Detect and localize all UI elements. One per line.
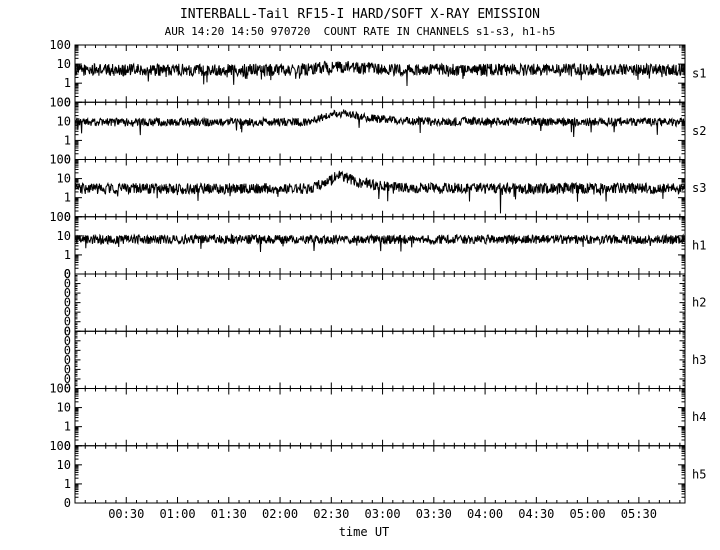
data-trace-s1 xyxy=(75,61,685,86)
panel-border xyxy=(75,331,685,388)
x-tick-label: 03:30 xyxy=(416,507,452,521)
y-tick-label: 1 xyxy=(64,191,71,205)
data-trace-s3 xyxy=(75,171,685,214)
y-tick-label: 10 xyxy=(57,229,71,243)
channel-label-s1: s1 xyxy=(692,67,706,81)
panel-s3: 1001010s3 xyxy=(49,153,706,224)
panel-s2: 1001010s2 xyxy=(49,95,706,166)
y-tick-label: 1 xyxy=(64,76,71,90)
channel-label-h3: h3 xyxy=(692,353,706,367)
x-tick-label: 04:30 xyxy=(518,507,554,521)
x-axis-labels: 00:30 01:00 01:30 02:00 02:30 03:00 03:30 04:00… xyxy=(108,507,657,539)
x-tick-label: 05:00 xyxy=(570,507,606,521)
panel-border xyxy=(75,274,685,331)
channel-label-s2: s2 xyxy=(692,124,706,138)
y-tick-label: 10 xyxy=(57,114,71,128)
y-tick-label: 10 xyxy=(57,458,71,472)
data-trace-s2 xyxy=(75,110,685,138)
y-tick-label: 1 xyxy=(64,248,71,262)
x-tick-label: 03:00 xyxy=(365,507,401,521)
channel-label-h5: h5 xyxy=(692,467,706,481)
x-tick-label: 00:30 xyxy=(108,507,144,521)
panel-border xyxy=(75,389,685,446)
x-tick-label: 04:00 xyxy=(467,507,503,521)
y-tick-label: 100 xyxy=(49,95,71,109)
panel-h4: 1001010h4 xyxy=(49,382,706,453)
panel-h3: 0000000h3 xyxy=(64,324,707,395)
panel-h2: 0000000h2 xyxy=(64,267,707,338)
panel-h1: 1001010h1 xyxy=(49,210,706,281)
channel-label-h4: h4 xyxy=(692,410,706,424)
panel-border xyxy=(75,446,685,503)
x-tick-label: 01:00 xyxy=(159,507,195,521)
panel-border xyxy=(75,102,685,159)
y-tick-label: 1 xyxy=(64,420,71,434)
y-tick-label: 10 xyxy=(57,57,71,71)
panel-h5: 1001010h5 xyxy=(49,439,706,510)
x-tick-label: 02:30 xyxy=(313,507,349,521)
data-trace-h1 xyxy=(75,235,685,252)
y-tick-label: 100 xyxy=(49,153,71,167)
x-tick-label: 02:00 xyxy=(262,507,298,521)
y-tick-label: 100 xyxy=(49,382,71,396)
x-tick-label: 01:30 xyxy=(211,507,247,521)
y-tick-label: 0 xyxy=(64,496,71,510)
panel-s1: 1001010s1 xyxy=(49,38,706,109)
channel-label-s3: s3 xyxy=(692,181,706,195)
chart-figure: INTERBALL-Tail RF15-I HARD/SOFT X-RAY EM… xyxy=(0,0,720,550)
y-tick-label: 10 xyxy=(57,172,71,186)
y-tick-label: 100 xyxy=(49,38,71,52)
channel-label-h2: h2 xyxy=(692,296,706,310)
y-tick-label: 100 xyxy=(49,210,71,224)
y-tick-label: 1 xyxy=(64,133,71,147)
plot-canvas: 1001010s11001010s21001010s31001010h10000… xyxy=(0,0,720,550)
x-axis-label: time UT xyxy=(339,525,390,539)
y-tick-label: 100 xyxy=(49,439,71,453)
x-tick-label: 05:30 xyxy=(621,507,657,521)
channel-label-h1: h1 xyxy=(692,238,706,252)
y-tick-label: 10 xyxy=(57,401,71,415)
y-tick-label: 1 xyxy=(64,477,71,491)
